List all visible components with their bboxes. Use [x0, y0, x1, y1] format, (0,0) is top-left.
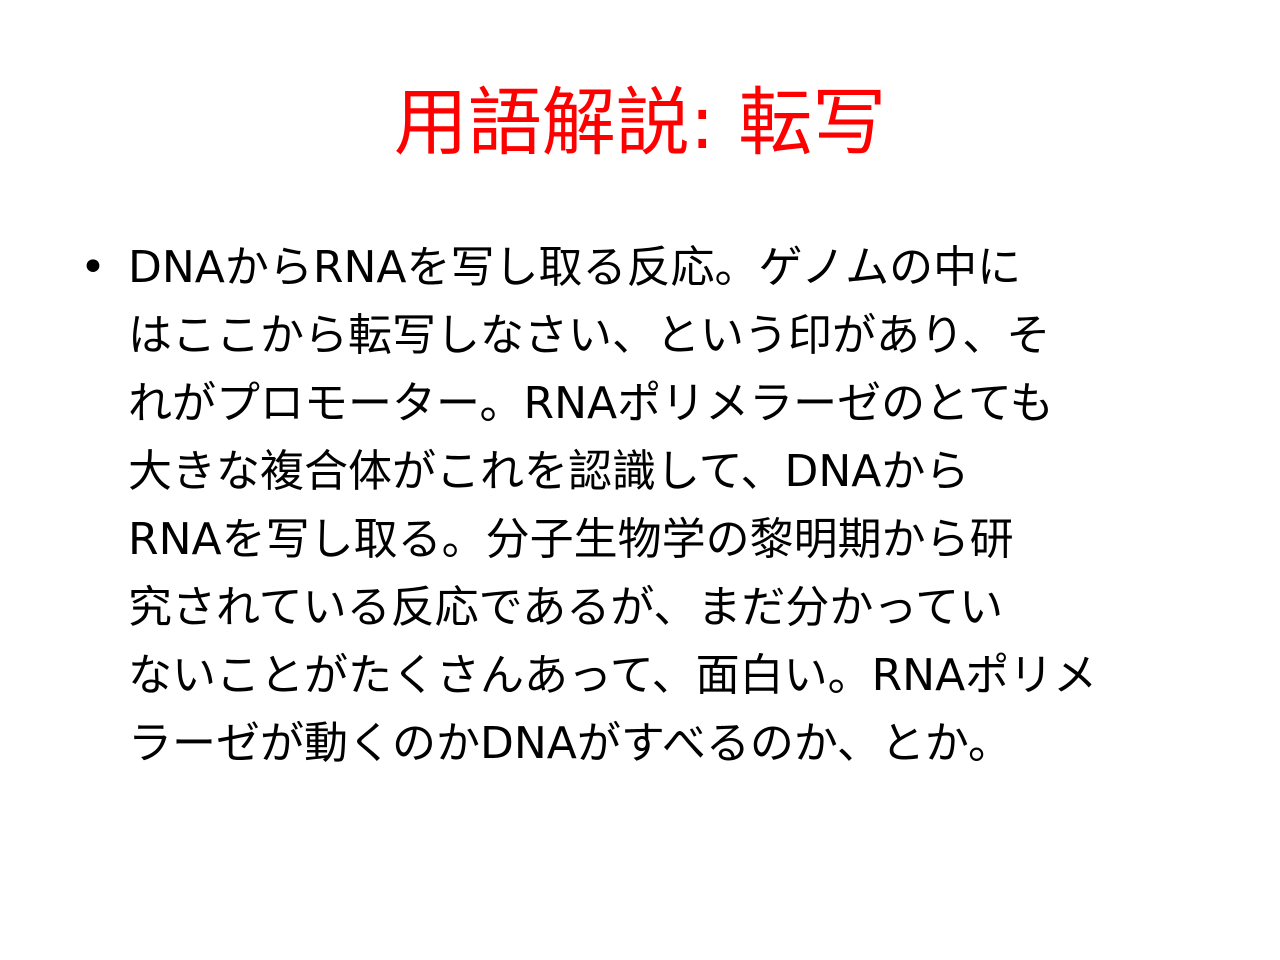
slide: 用語解説: 転写 • DNAからRNAを写し取る反応。ゲノムの中に はここから転… — [0, 0, 1280, 960]
bullet-text-line: ラーゼが動くのかDNAがすべるのか、とか。 — [128, 718, 1013, 769]
bullet-text-line: DNAからRNAを写し取る反応。ゲノムの中に — [128, 242, 1022, 293]
bullet-text-line: ないことがたくさんあって、面白い。RNAポリメ — [128, 650, 1098, 701]
bullet-list: • DNAからRNAを写し取る反応。ゲノムの中に はここから転写しなさい、という… — [80, 234, 1210, 778]
bullet-text-line: RNAを写し取る。分子生物学の黎明期から研 — [128, 514, 1014, 565]
bullet-text-line: はここから転写しなさい、という印があり、そ — [128, 310, 1051, 361]
bullet-text-line: 大きな複合体がこれを認識して、DNAから — [128, 446, 970, 497]
bullet-text-line: 究されている反応であるが、まだ分かってい — [128, 582, 1004, 633]
bullet-text-line: れがプロモーター。RNAポリメラーゼのとても — [128, 378, 1054, 429]
bullet-item: • DNAからRNAを写し取る反応。ゲノムの中に はここから転写しなさい、という… — [80, 234, 1210, 778]
slide-title: 用語解説: 転写 — [393, 80, 887, 166]
bullet-point-icon: • — [80, 242, 106, 293]
